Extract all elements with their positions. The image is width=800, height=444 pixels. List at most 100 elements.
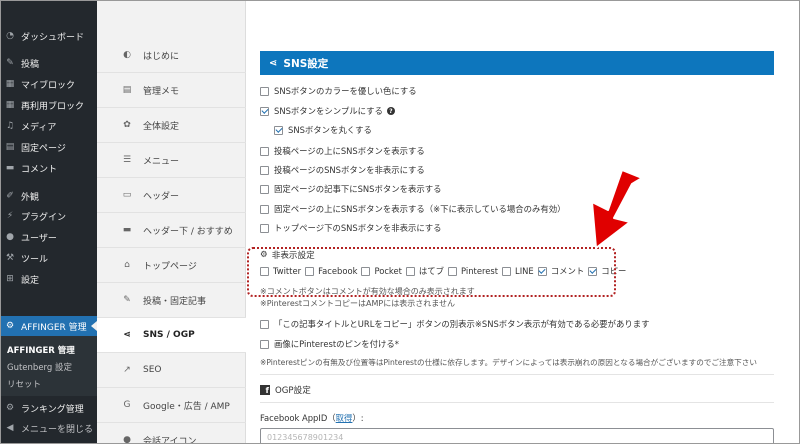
checkbox[interactable] bbox=[260, 165, 269, 175]
facebook-appid-input[interactable]: 012345678901234 bbox=[260, 428, 774, 444]
ogp-heading: f OGP設定 bbox=[260, 384, 311, 396]
option-post-hide[interactable]: 投稿ページのSNSボタンを非表示にする bbox=[260, 164, 425, 176]
nav-label: 会話アイコン bbox=[143, 436, 197, 444]
dashboard-icon: ◔ bbox=[6, 31, 14, 41]
menu-label: 設定 bbox=[21, 275, 40, 286]
menu-plugins[interactable]: ⚡ プラグイン bbox=[0, 206, 97, 226]
menu-users[interactable]: ● ユーザー bbox=[0, 227, 97, 247]
option-page-top[interactable]: 固定ページの上にSNSボタンを表示する（※下に表示している場合のみ有効） bbox=[260, 203, 566, 215]
highlight-box bbox=[247, 247, 616, 297]
option-pinterest-pin[interactable]: 画像にPinterestのピンを付ける* bbox=[260, 338, 399, 350]
heading-label: OGP設定 bbox=[275, 386, 311, 396]
checkbox[interactable] bbox=[260, 319, 269, 329]
field-label: Facebook AppID（ bbox=[260, 413, 336, 423]
menu-ranking[interactable]: ⚙ ランキング管理 bbox=[0, 398, 97, 418]
menu-icon: ☰ bbox=[122, 155, 132, 165]
option-label: 固定ページの上にSNSボタンを表示する（※下に表示している場合のみ有効） bbox=[274, 204, 566, 214]
menu-tools[interactable]: ⚒ ツール bbox=[0, 248, 97, 268]
wp-admin-sidebar: ◔ ダッシュボード ✎ 投稿 ▦ マイブロック ▦ 再利用ブロック ♫ メディア ▤ 固定ペ… bbox=[0, 0, 97, 444]
option-round[interactable]: SNSボタンを丸くする bbox=[274, 124, 372, 136]
nav-label: はじめに bbox=[143, 51, 180, 62]
checkbox[interactable] bbox=[274, 125, 283, 135]
submenu-gutenberg[interactable]: Gutenberg 設定 bbox=[7, 361, 72, 373]
nav-label: 全体設定 bbox=[143, 121, 180, 132]
option-label: SNSボタンを丸くする bbox=[288, 125, 372, 135]
option-top-hide[interactable]: トップページ下のSNSボタンを非表示にする bbox=[260, 222, 442, 234]
red-arrow-icon bbox=[591, 170, 643, 249]
theme-settings-nav: ◐ はじめに ▤ 管理メモ ✿ 全体設定 ☰ メニュー ▭ ヘッダー ▬ ヘッダー下 / お… bbox=[97, 0, 246, 444]
option-page-bottom[interactable]: 固定ページの記事下にSNSボタンを表示する bbox=[260, 183, 441, 195]
pinterest-pin-note: ※Pinterestピンの有無及び位置等はPinterestの仕様に依存します。… bbox=[260, 358, 757, 367]
option-label: 画像にPinterestのピンを付ける* bbox=[274, 339, 399, 349]
menu-label: メディア bbox=[21, 122, 57, 133]
option-label: SNSボタンのカラーを優しい色にする bbox=[274, 86, 417, 96]
pinterest-amp-note: ※PinterestコメントコピーはAMPには表示されません bbox=[260, 299, 456, 308]
nav-menu[interactable]: ☰ メニュー bbox=[97, 143, 246, 178]
chat-icon: ● bbox=[123, 435, 131, 444]
nav-chat-icon[interactable]: ● 会話アイコン bbox=[97, 423, 246, 444]
nav-general[interactable]: ✿ 全体設定 bbox=[97, 108, 246, 143]
menu-dashboard[interactable]: ◔ ダッシュボード bbox=[0, 26, 97, 46]
help-icon[interactable]: ? bbox=[386, 107, 395, 115]
nav-header-below[interactable]: ▬ ヘッダー下 / おすすめ bbox=[97, 213, 246, 248]
checkbox[interactable] bbox=[260, 146, 269, 156]
nav-label: 投稿・固定記事 bbox=[143, 296, 207, 307]
nav-sns-ogp[interactable]: ⋖ SNS / OGP bbox=[97, 318, 246, 353]
wrench-icon: ⚒ bbox=[5, 253, 15, 263]
nav-header[interactable]: ▭ ヘッダー bbox=[97, 178, 246, 213]
facebook-icon: f bbox=[260, 385, 270, 395]
gear-icon: ⚙ bbox=[5, 321, 15, 331]
menu-label: 再利用ブロック bbox=[21, 101, 85, 112]
option-label: トップページ下のSNSボタンを非表示にする bbox=[274, 223, 442, 233]
menu-settings[interactable]: ⊞ 設定 bbox=[0, 269, 97, 289]
menu-pages[interactable]: ▤ 固定ページ bbox=[0, 137, 97, 157]
menu-affinger[interactable]: ⚙ AFFINGER 管理 bbox=[0, 316, 97, 336]
section-title: SNS設定 bbox=[283, 57, 329, 70]
home-icon: ⌂ bbox=[124, 260, 130, 270]
checkbox[interactable] bbox=[260, 204, 269, 214]
memo-icon: ▤ bbox=[122, 85, 132, 95]
menu-my-blocks[interactable]: ▦ マイブロック bbox=[0, 74, 97, 94]
page-icon: ▤ bbox=[5, 142, 15, 152]
menu-comments[interactable]: ▬ コメント bbox=[0, 158, 97, 178]
menu-label: ユーザー bbox=[21, 233, 57, 244]
nav-top-page[interactable]: ⌂ トップページ bbox=[97, 248, 246, 283]
get-appid-link[interactable]: 取得 bbox=[336, 413, 353, 423]
submenu-reset[interactable]: リセット bbox=[7, 378, 41, 390]
brush-icon: ✐ bbox=[6, 191, 14, 201]
option-post-top[interactable]: 投稿ページの上にSNSボタンを表示する bbox=[260, 145, 425, 157]
option-soft-color[interactable]: SNSボタンのカラーを優しい色にする bbox=[260, 85, 417, 97]
option-label: 固定ページの記事下にSNSボタンを表示する bbox=[274, 184, 442, 194]
menu-media[interactable]: ♫ メディア bbox=[0, 116, 97, 136]
nav-label: Google・広告 / AMP bbox=[143, 401, 230, 412]
blocks-icon: ▦ bbox=[5, 79, 15, 89]
option-label: SNSボタンをシンプルにする bbox=[274, 106, 383, 116]
checkbox[interactable] bbox=[260, 223, 269, 233]
divider bbox=[260, 374, 774, 375]
section-header: ⋖ SNS設定 bbox=[260, 51, 774, 75]
menu-appearance[interactable]: ✐ 外観 bbox=[0, 186, 97, 206]
nav-seo[interactable]: ↗ SEO bbox=[97, 353, 246, 388]
menu-reusable-blocks[interactable]: ▦ 再利用ブロック bbox=[0, 95, 97, 115]
nav-memo[interactable]: ▤ 管理メモ bbox=[97, 73, 246, 108]
checkbox[interactable] bbox=[260, 86, 269, 96]
menu-label: 固定ページ bbox=[21, 143, 66, 154]
option-copy-title-url[interactable]: 「この記事タイトルとURLをコピー」ボタンの別表示※SNSボタン表示が有効である… bbox=[260, 318, 649, 330]
option-label: 「この記事タイトルとURLをコピー」ボタンの別表示※SNSボタン表示が有効である… bbox=[274, 319, 650, 329]
submenu-affinger[interactable]: AFFINGER 管理 bbox=[7, 344, 75, 356]
nav-intro[interactable]: ◐ はじめに bbox=[97, 38, 246, 73]
menu-posts[interactable]: ✎ 投稿 bbox=[0, 53, 97, 73]
nav-google-ads[interactable]: G Google・広告 / AMP bbox=[97, 388, 246, 423]
menu-collapse[interactable]: ◀ メニューを閉じる bbox=[0, 418, 97, 438]
menu-label: 投稿 bbox=[21, 59, 40, 70]
comment-icon: ▬ bbox=[5, 163, 15, 173]
nav-posts[interactable]: ✎ 投稿・固定記事 bbox=[97, 283, 246, 318]
checkbox[interactable] bbox=[260, 339, 269, 349]
chart-icon: ↗ bbox=[123, 365, 131, 375]
checkbox[interactable] bbox=[260, 106, 269, 116]
checkbox[interactable] bbox=[260, 184, 269, 194]
user-icon: ● bbox=[6, 232, 14, 242]
option-label: 投稿ページのSNSボタンを非表示にする bbox=[274, 165, 425, 175]
option-simple[interactable]: SNSボタンをシンプルにする? bbox=[260, 105, 395, 117]
nav-label: SNS / OGP bbox=[143, 330, 195, 340]
